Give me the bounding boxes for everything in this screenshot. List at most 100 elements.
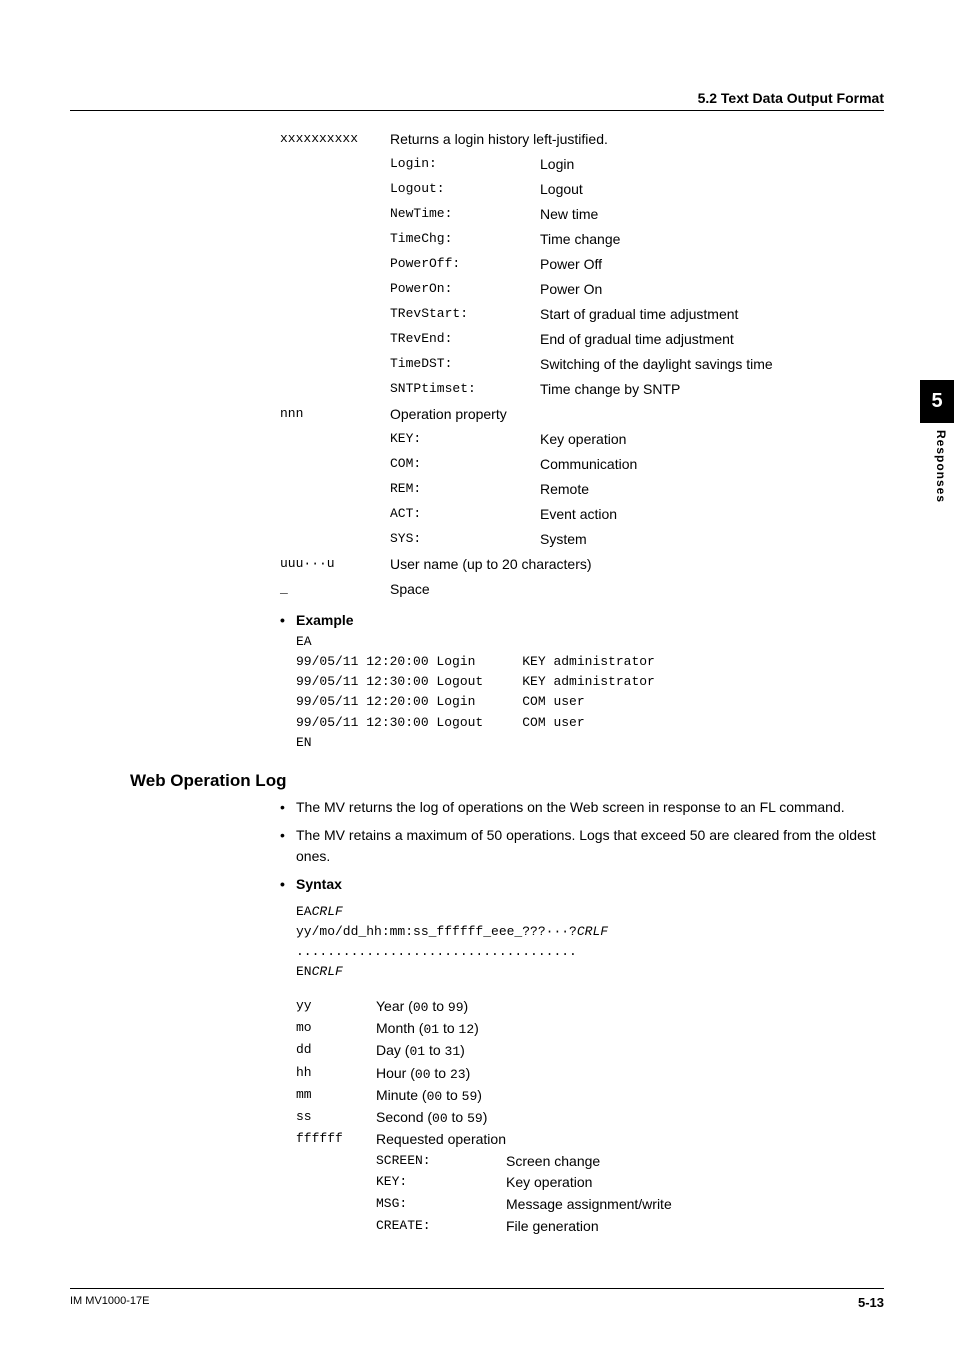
def-text: Second ( <box>376 1109 432 1125</box>
def-range: 12 <box>459 1022 475 1037</box>
desc: Switching of the daylight savings time <box>540 354 884 375</box>
def-text: Hour ( <box>376 1065 415 1081</box>
def-range: 99 <box>448 1000 464 1015</box>
desc: End of gradual time adjustment <box>540 329 884 350</box>
code: TRevEnd: <box>390 329 540 350</box>
desc: Remote <box>540 479 884 500</box>
desc: Login <box>540 154 884 175</box>
web-body: •The MV returns the log of operations on… <box>70 797 884 1238</box>
code: MSG: <box>376 1194 506 1216</box>
def-text: to <box>448 1109 467 1125</box>
def-text: to <box>442 1087 461 1103</box>
def-text: ) <box>466 1065 471 1081</box>
desc: Event action <box>540 504 884 525</box>
desc: Time change by SNTP <box>540 379 884 400</box>
def-range: 01 <box>423 1022 439 1037</box>
example-line: 99/05/11 12:20:00 Login COM user <box>296 692 884 712</box>
example-line: 99/05/11 12:30:00 Logout COM user <box>296 713 884 733</box>
table-row: xxxxxxxxxx Returns a login history left-… <box>280 129 884 150</box>
web-bullet-text: The MV retains a maximum of 50 operation… <box>296 825 884 868</box>
def-text: ) <box>460 1042 465 1058</box>
example-line: EN <box>296 733 884 753</box>
def-range: 59 <box>462 1089 478 1104</box>
def-text: to <box>425 1042 444 1058</box>
code: Login: <box>390 154 540 175</box>
desc: File generation <box>506 1216 884 1238</box>
def-text: ) <box>483 1109 488 1125</box>
side-tab-number: 5 <box>920 380 954 423</box>
def-code: mo <box>296 1018 376 1040</box>
param-desc: Returns a login history left-justified. <box>390 129 884 150</box>
param-code: xxxxxxxxxx <box>280 129 390 150</box>
example-line: 99/05/11 12:20:00 Login KEY administrato… <box>296 652 884 672</box>
bullet-icon: • <box>280 874 296 896</box>
param-code: _ <box>280 579 390 600</box>
main-content: xxxxxxxxxx Returns a login history left-… <box>70 129 884 753</box>
code: REM: <box>390 479 540 500</box>
code: NewTime: <box>390 204 540 225</box>
def-range: 23 <box>450 1067 466 1082</box>
code: CREATE: <box>376 1216 506 1238</box>
example-line: 99/05/11 12:30:00 Logout KEY administrat… <box>296 672 884 692</box>
def-text: Day ( <box>376 1042 409 1058</box>
example-heading: • Example <box>280 612 884 628</box>
code: TRevStart: <box>390 304 540 325</box>
syntax-text: EN <box>296 964 312 979</box>
param-code: uuu···u <box>280 554 390 575</box>
code: SYS: <box>390 529 540 550</box>
syntax-crlf: CRLF <box>312 904 343 919</box>
code: TimeDST: <box>390 354 540 375</box>
def-text: ) <box>474 1020 479 1036</box>
param-desc: Operation property <box>390 404 884 425</box>
syntax-crlf: CRLF <box>312 964 343 979</box>
code: SCREEN: <box>376 1151 506 1173</box>
code: PowerOn: <box>390 279 540 300</box>
def-text: to <box>431 1065 450 1081</box>
desc: Communication <box>540 454 884 475</box>
def-range: 00 <box>432 1111 448 1126</box>
syntax-title: Syntax <box>296 874 342 896</box>
param-code: nnn <box>280 404 390 425</box>
code: KEY: <box>390 429 540 450</box>
code: PowerOff: <box>390 254 540 275</box>
footer-left: IM MV1000-17E <box>70 1295 149 1310</box>
web-operation-log-heading: Web Operation Log <box>130 771 884 791</box>
header-section: 5.2 Text Data Output Format <box>698 90 884 106</box>
desc: Start of gradual time adjustment <box>540 304 884 325</box>
def-range: 01 <box>409 1044 425 1059</box>
param-desc: Space <box>390 579 884 600</box>
def-code: ffffff <box>296 1129 376 1151</box>
syntax-block: EACRLF yy/mo/dd_hh:mm:ss_ffffff_eee_???·… <box>296 902 884 983</box>
def-text: to <box>439 1020 458 1036</box>
desc: Logout <box>540 179 884 200</box>
desc: Key operation <box>506 1172 884 1194</box>
desc: Screen change <box>506 1151 884 1173</box>
def-range: 00 <box>413 1000 429 1015</box>
syntax-text: yy/mo/dd_hh:mm:ss_ffffff_eee_???···? <box>296 924 577 939</box>
desc: Key operation <box>540 429 884 450</box>
def-code: mm <box>296 1085 376 1107</box>
footer-page-number: 5-13 <box>858 1295 884 1310</box>
bullet-icon: • <box>280 612 296 628</box>
def-code: yy <box>296 996 376 1018</box>
bullet-icon: • <box>280 797 296 819</box>
param-desc: User name (up to 20 characters) <box>390 554 884 575</box>
def-code: hh <box>296 1063 376 1085</box>
code: ACT: <box>390 504 540 525</box>
code: Logout: <box>390 179 540 200</box>
example-title: Example <box>296 612 884 628</box>
side-tab-label: Responses <box>934 430 948 503</box>
def-text: Requested operation <box>376 1129 506 1151</box>
def-text: Minute ( <box>376 1087 427 1103</box>
page-footer: IM MV1000-17E 5-13 <box>70 1288 884 1310</box>
def-range: 31 <box>445 1044 461 1059</box>
code: KEY: <box>376 1172 506 1194</box>
example-line: EA <box>296 632 884 652</box>
desc: Power On <box>540 279 884 300</box>
code: TimeChg: <box>390 229 540 250</box>
def-text: Year ( <box>376 998 413 1014</box>
def-range: 00 <box>427 1089 443 1104</box>
def-text: ) <box>477 1087 482 1103</box>
web-bullet-text: The MV returns the log of operations on … <box>296 797 845 819</box>
desc: Message assignment/write <box>506 1194 884 1216</box>
